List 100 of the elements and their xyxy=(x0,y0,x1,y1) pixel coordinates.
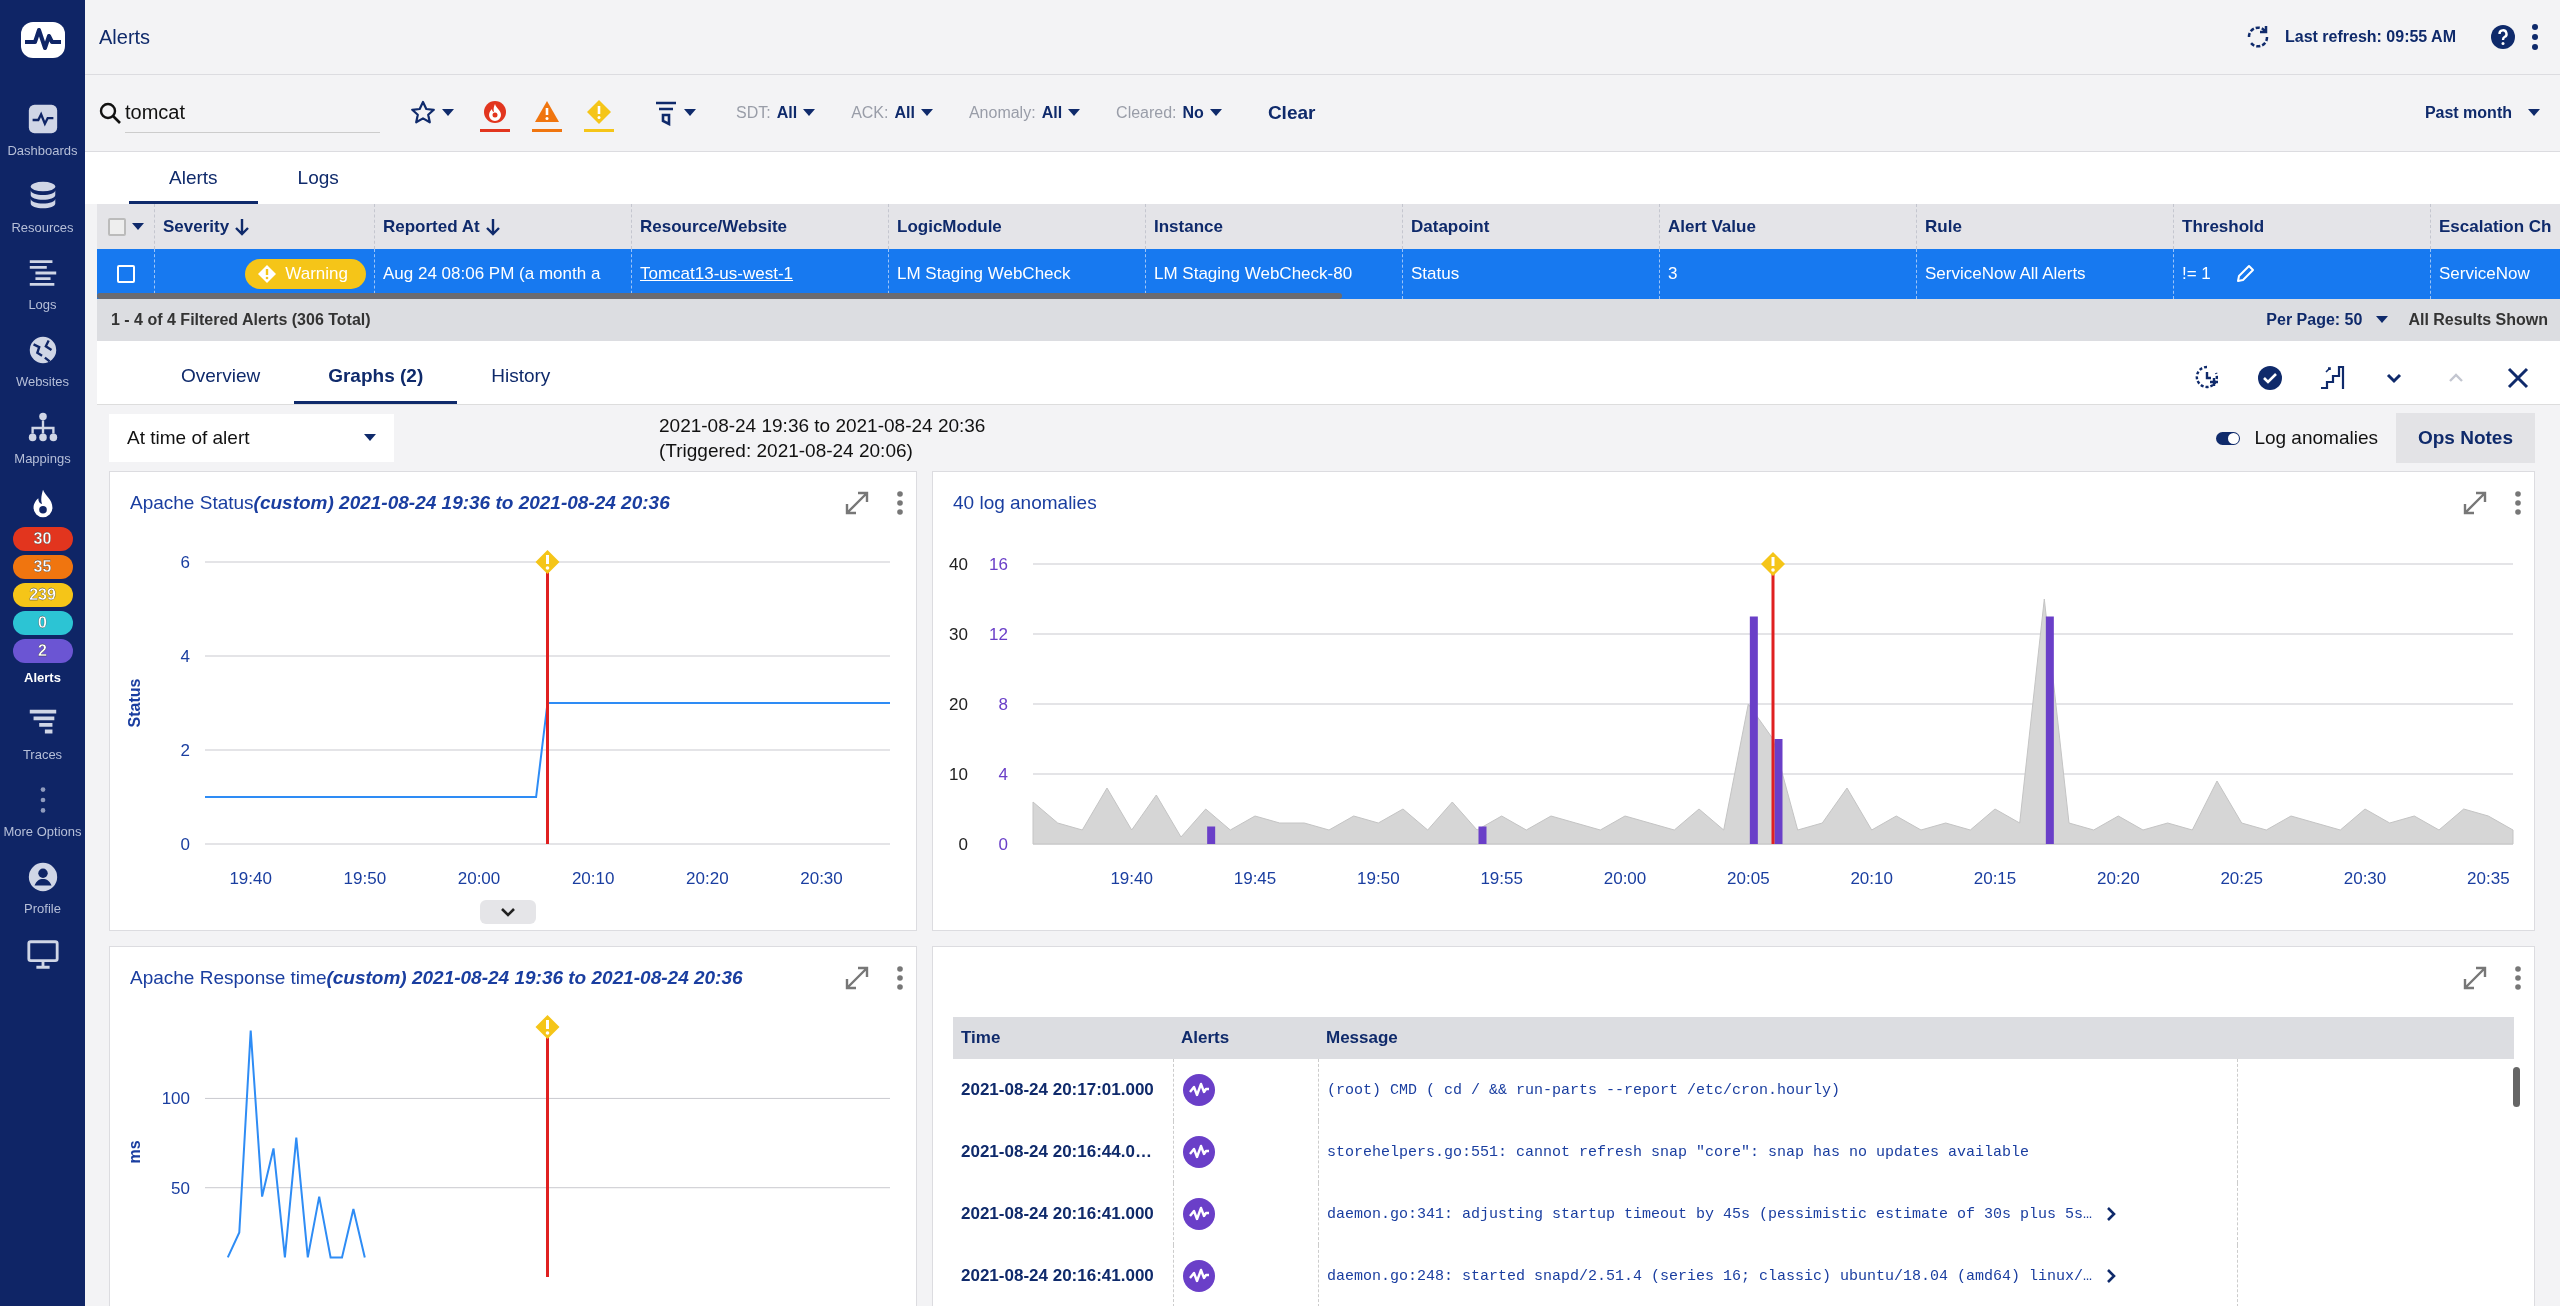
select-all-checkbox[interactable] xyxy=(107,217,126,236)
filter-dropdown[interactable]: SDT: All xyxy=(736,104,816,122)
nav-label[interactable]: Websites xyxy=(15,373,70,390)
per-page-dropdown[interactable]: Per Page: 50 xyxy=(2266,311,2389,329)
table-row[interactable]: Warning Aug 24 08:06 PM (a month a Tomcat13-us-west-1 LM Staging WebCheck LM Staging WebCheck-80 Status 3 ServiceNow All Alerts != 1 ServiceNow xyxy=(97,249,2560,299)
caret-icon xyxy=(920,109,933,117)
nav-label[interactable]: Resources xyxy=(11,219,74,236)
tick-label: 19:40 xyxy=(229,869,272,888)
count-badge[interactable]: 2 xyxy=(12,639,73,663)
chevron-down-icon xyxy=(500,907,516,917)
resource-link[interactable]: Tomcat13-us-west-1 xyxy=(640,264,794,284)
nav-label[interactable]: Dashboards xyxy=(7,142,78,159)
caret-icon xyxy=(1068,109,1081,117)
caret-icon xyxy=(1209,109,1222,117)
time-range-dropdown[interactable]: Past month xyxy=(2418,103,2546,123)
bar xyxy=(1207,826,1216,844)
tick-label: 19:55 xyxy=(1480,869,1523,888)
tick-label: 19:50 xyxy=(343,869,387,888)
time-select-dropdown[interactable]: At time of alert xyxy=(109,414,394,462)
tick-label: 19:40 xyxy=(1110,869,1153,888)
table-cell: != 1 xyxy=(2182,264,2211,284)
filter-dropdown[interactable]: Cleared: No xyxy=(1116,104,1222,122)
caret-icon xyxy=(2528,109,2540,117)
table-cell-text: 2021-08-24 20:16:41.000 xyxy=(960,1265,1155,1287)
log-message: daemon.go:341: adjusting startup timeout by 45s (pessimistic estimate of 30s plus 5s… xyxy=(1327,1205,2093,1223)
search-field[interactable]: tomcat xyxy=(125,93,380,133)
tick-label: 6 xyxy=(180,553,190,572)
scrollbar[interactable] xyxy=(2513,1067,2520,1107)
expand-button[interactable] xyxy=(480,900,536,924)
expand-icon[interactable] xyxy=(844,965,870,991)
tick-label: 12 xyxy=(989,625,1008,644)
nav-label[interactable]: Alerts xyxy=(24,669,61,686)
nav-label[interactable]: More Options xyxy=(3,823,82,840)
nav-label[interactable]: Traces xyxy=(22,746,63,763)
tick-label: 20:25 xyxy=(2220,869,2263,888)
ops-notes-button[interactable]: Ops Notes xyxy=(2395,413,2535,463)
anomaly-wave-icon[interactable] xyxy=(1182,1197,1216,1231)
tab[interactable]: Logs xyxy=(257,167,379,204)
tick-label: 20:10 xyxy=(571,869,615,888)
tick-label: 20 xyxy=(949,695,968,714)
anomaly-wave-icon[interactable] xyxy=(1182,1259,1216,1293)
log-message: (root) CMD ( cd / && run-parts --report /etc/cron.hourly) xyxy=(1327,1081,1841,1099)
check-circle-icon[interactable] xyxy=(2256,364,2284,392)
clear-button[interactable]: Clear xyxy=(1261,101,1322,125)
column-header: Time xyxy=(960,1027,1002,1049)
nav-label[interactable]: Mappings xyxy=(14,450,71,467)
nav-label[interactable]: Profile xyxy=(24,900,61,917)
caret-icon xyxy=(2376,316,2389,324)
tick-label: 40 xyxy=(949,555,968,574)
more-icon[interactable] xyxy=(2530,23,2540,51)
star-icon xyxy=(410,100,436,126)
tick-label: 100 xyxy=(161,1089,190,1109)
toggle-switch[interactable] xyxy=(2216,431,2241,445)
filter-dropdown[interactable]: Anomaly: All xyxy=(968,104,1081,122)
expand-icon[interactable] xyxy=(2462,965,2488,991)
tick-label: 20:10 xyxy=(1850,869,1893,888)
tick-label: 20:05 xyxy=(1727,869,1770,888)
table-cell-text: 2021-08-24 20:16:44.0… xyxy=(960,1141,1153,1163)
tick-label: 20:30 xyxy=(2343,869,2387,888)
monitor-icon[interactable] xyxy=(25,937,60,971)
tick-label: 20:15 xyxy=(1973,869,2017,888)
tick-label: 0 xyxy=(958,835,968,854)
tick-label: 0 xyxy=(998,835,1008,854)
tick-label: 4 xyxy=(998,765,1008,784)
filter-dropdown[interactable]: ACK: All xyxy=(851,104,933,122)
tick-label: 8 xyxy=(998,695,1008,714)
tick-label: 4 xyxy=(180,647,190,666)
tab[interactable]: Overview xyxy=(147,365,295,404)
tick-label: 19:50 xyxy=(1357,869,1400,888)
stairs-icon[interactable] xyxy=(2318,364,2346,392)
pencil-icon[interactable] xyxy=(2234,264,2255,284)
page-title: Alerts xyxy=(99,25,152,49)
results-status: All Results Shown xyxy=(2408,311,2548,329)
tab[interactable]: History xyxy=(457,365,585,404)
expand-icon[interactable] xyxy=(844,490,870,516)
column-header: Alerts xyxy=(1180,1027,1231,1049)
toggle-label: Log anomalies xyxy=(2254,427,2378,449)
chart-title: 40 log anomalies xyxy=(953,492,1098,514)
anomaly-wave-icon[interactable] xyxy=(1182,1073,1216,1107)
last-refresh-text: Last refresh: 09:55 AM xyxy=(2284,28,2456,46)
chevron-right-icon[interactable] xyxy=(2106,1268,2117,1284)
nav-label[interactable]: Logs xyxy=(28,296,57,313)
table-cell-text: 2021-08-24 20:17:01.000 xyxy=(960,1079,1155,1101)
row-checkbox[interactable] xyxy=(116,265,135,283)
scrollbar[interactable] xyxy=(97,293,1342,299)
axis-label: Status xyxy=(126,678,143,728)
tick-label: 2 xyxy=(180,741,190,760)
help-icon[interactable] xyxy=(2490,24,2516,50)
anomaly-wave-icon[interactable] xyxy=(1182,1135,1216,1169)
expand-icon[interactable] xyxy=(2462,490,2488,516)
tick-label: 20:00 xyxy=(1603,869,1647,888)
chevron-right-icon[interactable] xyxy=(2106,1206,2117,1222)
tab[interactable]: Graphs (2) xyxy=(294,365,458,404)
count-badge[interactable]: 30 xyxy=(12,527,73,551)
tick-label: 20:30 xyxy=(800,869,843,888)
results-count: 1 - 4 of 4 Filtered Alerts (306 Total) xyxy=(111,311,372,329)
tick-label: 20:20 xyxy=(2097,869,2140,888)
column-header: Message xyxy=(1325,1027,1399,1049)
warning-diamond-icon xyxy=(586,98,612,125)
time-range-text: 2021-08-24 19:36 to 2021-08-24 20:36 xyxy=(659,414,986,438)
